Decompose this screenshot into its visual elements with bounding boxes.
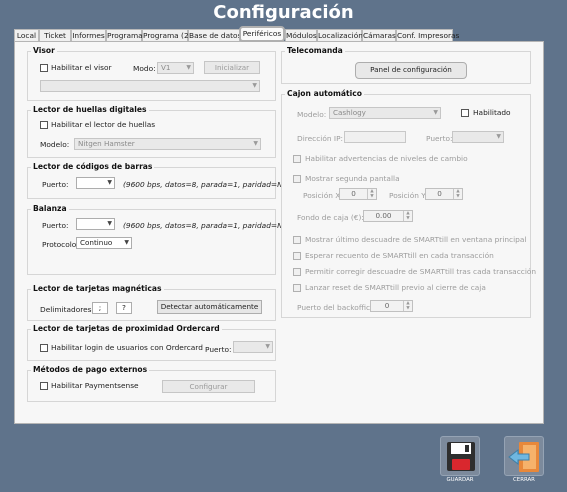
ordercard-enable-checkbox[interactable] [40, 344, 48, 352]
chevron-down-icon: ▼ [252, 82, 257, 89]
delimiter-2-input[interactable]: ? [116, 302, 132, 314]
opt3-label: Permitir corregir descuadre de SMARTtill… [305, 267, 537, 276]
fund-value: 0.00 [375, 211, 392, 220]
remote-title: Telecomanda [285, 46, 345, 55]
ordercard-enable-label: Habilitar login de usuarios con Ordercar… [51, 343, 203, 352]
fingerprint-model-label: Modelo: [40, 140, 70, 149]
fingerprint-title: Lector de huellas digitales [31, 105, 149, 114]
paymentsense-checkbox[interactable] [40, 382, 48, 390]
chevron-down-icon: ▼ [107, 220, 112, 227]
ordercard-port-label: Puerto: [205, 345, 232, 354]
ordercard-port-select[interactable]: ▼ [233, 341, 273, 353]
opt1-checkbox[interactable] [293, 236, 301, 244]
spinner-arrows-icon: ▲ ▼ [453, 189, 462, 199]
opt2-checkbox[interactable] [293, 252, 301, 260]
second-screen-label: Mostrar segunda pantalla [305, 174, 400, 183]
delimiter-1-input[interactable]: ; [92, 302, 108, 314]
cash-port-select[interactable]: ▼ [452, 131, 504, 143]
chevron-down-icon: ▼ [265, 343, 270, 350]
close-label: CERRAR [513, 477, 535, 483]
payment-configure-button[interactable]: Configurar [162, 380, 255, 393]
fingerprint-model-select[interactable]: Nitgen Hamster ▼ [74, 138, 261, 150]
pos-x-label: Posición X: [303, 191, 343, 200]
pos-x-spinner[interactable]: 0 ▲ ▼ [339, 188, 377, 200]
visor-initialize-button[interactable]: Inicializar [204, 61, 260, 74]
backoffice-spinner[interactable]: 0 ▲ ▼ [370, 300, 413, 312]
fingerprint-model-value: Nitgen Hamster [78, 139, 135, 148]
pos-y-label: Posición Y: [389, 191, 428, 200]
chevron-down-icon: ▼ [186, 64, 191, 71]
pos-x-value: 0 [351, 189, 356, 198]
opt2-label: Esperar recuento de SMARTtill en cada tr… [305, 251, 494, 260]
visor-mode-value: V1 [161, 63, 171, 72]
cash-model-select[interactable]: Cashlogy ▼ [329, 107, 441, 119]
chevron-down-icon: ▼ [253, 140, 258, 147]
fund-spinner[interactable]: 0.00 ▲ ▼ [363, 210, 413, 222]
chevron-down-icon: ▼ [433, 109, 438, 116]
paymentsense-label: Habilitar Paymentsense [51, 381, 139, 390]
detect-automatically-button[interactable]: Detectar automáticamente [157, 300, 262, 314]
fingerprint-enable-label: Habilitar el lector de huellas [51, 120, 156, 129]
second-screen-checkbox[interactable] [293, 175, 301, 183]
cash-enabled-checkbox[interactable] [461, 109, 469, 117]
cash-enabled-label: Habilitado [473, 108, 511, 117]
fingerprint-enable-checkbox[interactable] [40, 121, 48, 129]
visor-enable-label: Habilitar el visor [51, 63, 112, 72]
config-panel-button[interactable]: Panel de configuración [355, 62, 467, 79]
spinner-arrows-icon: ▲ ▼ [403, 301, 412, 311]
opt4-checkbox[interactable] [293, 284, 301, 292]
cash-model-label: Modelo: [297, 110, 327, 119]
opt1-label: Mostrar último descuadre de SMARTtill en… [305, 235, 527, 244]
ip-input[interactable] [344, 131, 406, 143]
opt3-checkbox[interactable] [293, 268, 301, 276]
barcode-port-label: Puerto: [42, 180, 69, 189]
backoffice-value: 0 [384, 301, 390, 310]
visor-mode-label: Modo: [133, 64, 156, 73]
visor-title: Visor [31, 46, 57, 55]
tab-perifericos[interactable]: Periféricos [239, 26, 285, 42]
ordercard-title: Lector de tarjetas de proximidad Orderca… [31, 324, 222, 333]
warn-checkbox[interactable] [293, 155, 301, 163]
save-label: GUARDAR [446, 477, 474, 483]
exit-door-icon [508, 442, 539, 472]
magnetic-title: Lector de tarjetas magnéticas [31, 284, 164, 293]
pos-y-spinner[interactable]: 0 ▲ ▼ [425, 188, 463, 200]
visor-port-select[interactable]: ▼ [40, 80, 260, 92]
scale-port-label: Puerto: [42, 221, 69, 230]
visor-mode-select[interactable]: V1 ▼ [157, 62, 194, 74]
scale-port-info: (9600 bps, datos=8, parada=1, paridad=No… [123, 221, 291, 230]
scale-protocol-label: Protocolo: [42, 240, 79, 249]
spinner-arrows-icon: ▲ ▼ [403, 211, 412, 221]
ip-label: Dirección IP: [297, 134, 344, 143]
save-button[interactable] [440, 436, 480, 476]
magnetic-delimiters-label: Delimitadores: [40, 305, 95, 314]
fund-label: Fondo de caja (€): [297, 213, 364, 222]
pos-y-value: 0 [437, 189, 442, 198]
scale-title: Balanza [31, 204, 69, 213]
chevron-down-icon: ▼ [124, 239, 129, 246]
close-button[interactable] [504, 436, 544, 476]
warn-label: Habilitar advertencias de niveles de cam… [305, 154, 468, 163]
chevron-down-icon: ▼ [107, 179, 112, 186]
perifericos-panel: Visor Habilitar el visor Modo: V1 ▼ Inici… [14, 41, 544, 424]
barcode-title: Lector de códigos de barras [31, 162, 155, 171]
barcode-port-info: (9600 bps, datos=8, parada=1, paridad=No… [123, 180, 291, 189]
visor-section [27, 51, 276, 101]
cash-model-value: Cashlogy [333, 108, 366, 117]
spinner-arrows-icon: ▲ ▼ [367, 189, 376, 199]
floppy-disk-icon [447, 442, 475, 471]
opt4-label: Lanzar reset de SMARTtill previo al cier… [305, 283, 486, 292]
visor-enable-checkbox[interactable] [40, 64, 48, 72]
fingerprint-section [27, 110, 276, 158]
window-title: Configuración [213, 2, 354, 23]
scale-port-select[interactable]: ▼ [76, 218, 115, 230]
payment-title: Métodos de pago externos [31, 365, 150, 374]
cash-port-label: Puerto: [426, 134, 453, 143]
scale-protocol-select[interactable]: Continuo ▼ [76, 237, 132, 249]
scale-protocol-value: Continuo [80, 238, 113, 247]
barcode-port-select[interactable]: ▼ [76, 177, 115, 189]
backoffice-label: Puerto del backoffice: [297, 303, 378, 312]
chevron-down-icon: ▼ [496, 133, 501, 140]
cash-title: Cajon automático [285, 89, 364, 98]
